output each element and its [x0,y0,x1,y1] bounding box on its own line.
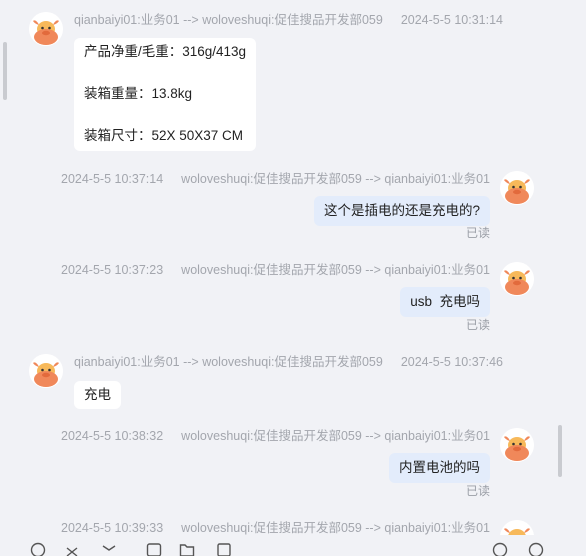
contact-avatar[interactable] [29,354,63,388]
message-time: 2024-5-5 10:37:23 [61,262,163,278]
message-sender: qianbaiyi01:业务01 --> woloveshuqi:促佳搜品开发部… [74,12,383,28]
message-line: 装箱重量：13.8kg [84,85,246,103]
message-time: 2024-5-5 10:39:33 [61,520,163,535]
message-bubble[interactable]: usb 充电吗 [400,287,490,317]
message-time: 2024-5-5 10:37:46 [401,354,503,370]
contact-avatar[interactable] [29,12,63,46]
message-sender: woloveshuqi:促佳搜品开发部059 --> qianbaiyi01:业… [181,428,490,444]
chat-history[interactable]: qianbaiyi01:业务01 --> woloveshuqi:促佳搜品开发部… [0,0,586,535]
message-bubble[interactable]: 这个是插电的还是充电的? [314,196,490,226]
message-meta: 2024-5-5 10:37:23 woloveshuqi:促佳搜品开发部059 … [61,262,490,278]
message-bubble[interactable]: 产品净重/毛重：316g/413g 装箱重量：13.8kg 装箱尺寸：52X 5… [74,38,256,151]
history-icon[interactable] [216,542,232,554]
my-avatar[interactable] [500,171,534,205]
cow-avatar-icon [500,428,534,462]
emoji-icon[interactable] [30,542,46,554]
message-sender: woloveshuqi:促佳搜品开发部059 --> qianbaiyi01:业… [181,262,490,278]
read-status: 已读 [466,316,490,333]
message-meta: 2024-5-5 10:39:33 woloveshuqi:促佳搜品开发部059 … [61,520,490,535]
my-avatar[interactable] [500,262,534,296]
message-line: 装箱尺寸：52X 50X37 CM [84,127,246,145]
message-meta: 2024-5-5 10:37:14 woloveshuqi:促佳搜品开发部059 … [61,171,490,187]
left-scrollbar-thumb[interactable] [3,42,7,100]
my-avatar[interactable] [500,428,534,462]
document-icon[interactable] [179,542,195,554]
cow-avatar-icon [500,171,534,205]
message-meta: 2024-5-5 10:38:32 woloveshuqi:促佳搜品开发部059 … [61,428,490,444]
message-time: 2024-5-5 10:31:14 [401,12,503,28]
message-meta: qianbaiyi01:业务01 --> woloveshuqi:促佳搜品开发部… [74,354,503,370]
more-icon[interactable] [492,542,508,554]
message-sender: woloveshuqi:促佳搜品开发部059 --> qianbaiyi01:业… [181,171,490,187]
message-line: 产品净重/毛重：316g/413g [84,43,246,61]
message-time: 2024-5-5 10:38:32 [61,428,163,444]
settings-icon[interactable] [528,542,544,554]
read-status: 已读 [466,224,490,241]
image-icon[interactable] [100,542,116,554]
cow-avatar-icon [29,12,63,46]
cow-avatar-icon [500,520,534,535]
message-sender: woloveshuqi:促佳搜品开发部059 --> qianbaiyi01:业… [181,520,490,535]
cow-avatar-icon [29,354,63,388]
folder-icon[interactable] [146,542,162,554]
read-status: 已读 [466,482,490,499]
scissors-icon[interactable] [64,542,80,554]
message-sender: qianbaiyi01:业务01 --> woloveshuqi:促佳搜品开发部… [74,354,383,370]
message-meta: qianbaiyi01:业务01 --> woloveshuqi:促佳搜品开发部… [74,12,503,28]
message-bubble[interactable]: 内置电池的吗 [389,453,490,483]
message-time: 2024-5-5 10:37:14 [61,171,163,187]
scrollbar-thumb[interactable] [558,425,562,477]
input-toolbar [0,535,586,549]
my-avatar[interactable] [500,520,534,535]
message-bubble[interactable]: 充电 [74,381,121,409]
cow-avatar-icon [500,262,534,296]
